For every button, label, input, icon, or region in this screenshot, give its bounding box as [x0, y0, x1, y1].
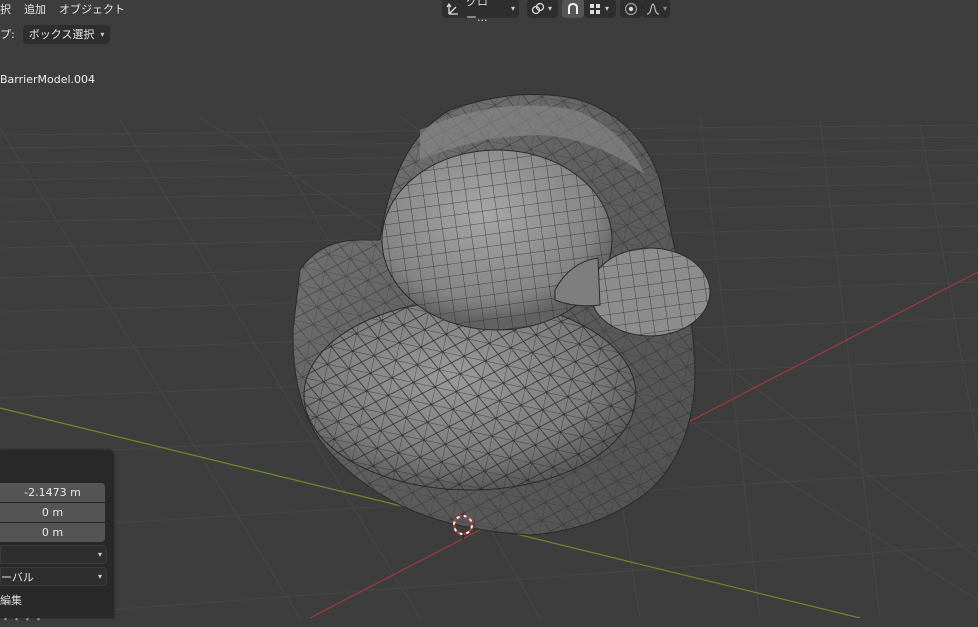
drag-mode-value: ボックス選択	[28, 28, 95, 41]
move-y-field[interactable]: 0 m	[0, 503, 105, 522]
falloff-curve-icon	[646, 2, 660, 16]
proportional-editing-label: 編集	[0, 594, 22, 607]
orientation-value: ーバル	[1, 570, 34, 584]
chevron-down-icon: ▾	[548, 4, 553, 13]
snap-icon	[566, 2, 580, 16]
tool-settings-row: プ: ボックス選択 ▾	[0, 24, 111, 44]
chevron-down-icon: ▾	[510, 4, 515, 13]
active-object-name: BarrierModel.004	[0, 73, 96, 86]
proportional-edit-toggle[interactable]	[620, 0, 642, 18]
snap-toggle[interactable]	[562, 0, 584, 18]
snap-target-dropdown[interactable]: ▾	[584, 0, 616, 18]
orientation-select[interactable]: ーバル ▾	[0, 567, 107, 586]
partial-option-label: ・・・・	[0, 613, 44, 626]
transform-orientation-dropdown[interactable]: グロー... ▾	[442, 0, 519, 24]
chevron-down-icon: ▾	[663, 4, 668, 13]
chevron-down-icon: ▾	[605, 4, 610, 13]
menu-select[interactable]: 択	[0, 1, 11, 17]
chevron-down-icon: ▾	[100, 29, 105, 39]
proportional-falloff-dropdown[interactable]: ▾	[642, 0, 670, 18]
transform-orientation-icon	[446, 2, 460, 16]
move-z-field[interactable]: 0 m	[0, 523, 105, 542]
proportional-edit-icon	[624, 2, 638, 16]
link-icon	[531, 2, 545, 16]
operator-redo-panel: -2.1473 m 0 m 0 m ▾ ーバル ▾ 編集 ・・・・	[0, 450, 114, 626]
chevron-down-icon: ▾	[97, 572, 102, 581]
transform-orientation-value: グロー...	[466, 0, 488, 24]
drag-label: プ:	[0, 28, 15, 41]
operator-select-1[interactable]: ▾	[0, 545, 107, 564]
menu-object[interactable]: オブジェクト	[59, 1, 125, 17]
snap-grid-icon	[588, 2, 602, 16]
chevron-down-icon: ▾	[97, 550, 102, 559]
3d-viewport[interactable]	[0, 0, 978, 618]
drag-mode-dropdown[interactable]: ボックス選択 ▾	[22, 24, 111, 44]
menu-add[interactable]: 追加	[24, 1, 46, 17]
pivot-point-dropdown[interactable]: ▾	[527, 0, 558, 18]
move-x-field[interactable]: -2.1473 m	[0, 483, 105, 502]
